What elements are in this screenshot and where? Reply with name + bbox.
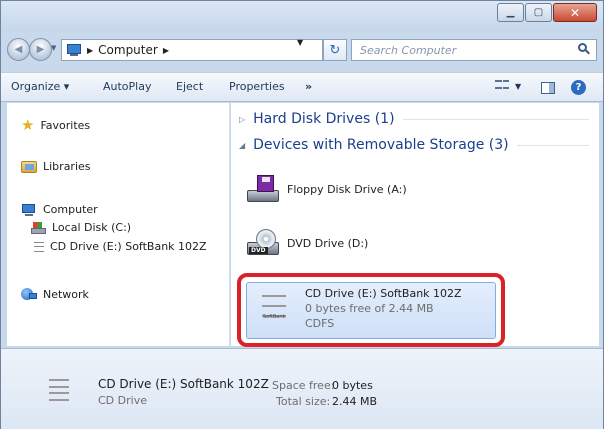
change-view-button[interactable]: ▼ [495, 80, 521, 92]
nav-item-label: CD Drive (E:) SoftBank 102Z [50, 240, 207, 253]
forward-arrow-icon: ▶ [36, 44, 45, 55]
star-icon: ★ [21, 116, 35, 134]
properties-button[interactable]: Properties [229, 80, 285, 93]
chevron-right-icon[interactable]: ▶ [87, 46, 93, 55]
chevron-down-icon: ▼ [515, 81, 522, 91]
floppy-drive-icon [247, 175, 279, 203]
device-floppy-drive[interactable]: Floppy Disk Drive (A:) [247, 175, 407, 203]
nav-item-computer[interactable]: Computer [21, 203, 98, 216]
local-disk-icon [31, 221, 46, 234]
nav-item-label: Network [43, 288, 89, 301]
forward-button[interactable]: ▶ [29, 38, 52, 61]
view-options-icon [495, 80, 509, 92]
space-free-value: 0 bytes [332, 379, 373, 392]
explorer-window: ▁ ▢ ✕ ◀ ▶ ▼ ▶ Computer ▶ ▼ ↻ Search Comp… [0, 0, 604, 429]
caption-buttons: ▁ ▢ ✕ [496, 3, 597, 22]
cd-drive-text: CD Drive (E:) SoftBank 102Z 0 bytes free… [305, 286, 462, 331]
device-dvd-drive[interactable]: DVD DVD Drive (D:) [247, 229, 368, 257]
nav-item-local-disk[interactable]: Local Disk (C:) [31, 221, 131, 234]
content-pane: ▷ Hard Disk Drives (1) ◢ Devices with Re… [231, 103, 599, 346]
group-header-label: Devices with Removable Storage (3) [253, 137, 509, 153]
group-divider [402, 118, 589, 120]
eject-button[interactable]: Eject [176, 80, 203, 93]
address-dropdown-icon[interactable]: ▼ [297, 38, 303, 47]
navigation-pane: ★ Favorites Libraries Computer Local Dis… [7, 103, 230, 346]
dvd-badge: DVD [249, 247, 268, 254]
nav-item-label: Local Disk (C:) [52, 221, 132, 234]
nav-item-favorites[interactable]: ★ Favorites [21, 118, 90, 133]
recent-pages-dropdown[interactable]: ▼ [51, 44, 56, 52]
details-name: CD Drive (E:) SoftBank 102Z [98, 377, 269, 391]
device-label: Floppy Disk Drive (A:) [287, 182, 407, 196]
back-arrow-icon: ◀ [14, 44, 23, 55]
close-icon: ✕ [569, 5, 581, 20]
refresh-icon: ↻ [329, 42, 341, 58]
collapse-arrow-icon[interactable]: ◢ [239, 141, 245, 150]
computer-icon [66, 44, 82, 56]
nav-item-libraries[interactable]: Libraries [21, 160, 91, 173]
computer-icon [21, 203, 37, 216]
group-header-hard-disk-drives[interactable]: ▷ Hard Disk Drives (1) [239, 111, 589, 127]
nav-item-label: Favorites [40, 119, 91, 132]
cd-drive-filesystem: CDFS [305, 317, 335, 330]
organize-button[interactable]: Organize ▾ [11, 80, 69, 93]
cd-drive-icon: SoftBank [260, 291, 288, 321]
back-button[interactable]: ◀ [7, 38, 30, 61]
total-size-value: 2.44 MB [332, 395, 378, 408]
nav-item-label: Libraries [43, 160, 91, 173]
nav-item-cd-drive[interactable]: CD Drive (E:) SoftBank 102Z [34, 240, 207, 253]
group-header-removable-storage[interactable]: ◢ Devices with Removable Storage (3) [239, 137, 589, 153]
cd-drive-icon [47, 377, 71, 403]
preview-pane-icon[interactable] [541, 82, 555, 94]
group-divider [516, 144, 589, 146]
refresh-button[interactable]: ↻ [323, 39, 347, 61]
title-bar: ▁ ▢ ✕ [1, 1, 603, 31]
autoplay-button[interactable]: AutoPlay [103, 80, 151, 93]
address-location[interactable]: Computer [98, 43, 158, 57]
details-type: CD Drive [98, 394, 147, 407]
search-placeholder: Search Computer [360, 43, 457, 57]
libraries-icon [21, 160, 37, 173]
search-icon[interactable] [578, 43, 590, 55]
cd-drive-title: CD Drive (E:) SoftBank 102Z [305, 287, 462, 300]
nav-item-label: Computer [43, 203, 98, 216]
address-row: ◀ ▶ ▼ ▶ Computer ▶ ▼ ↻ Search Computer [1, 31, 603, 65]
cd-brand-label: SoftBank [263, 314, 286, 320]
maximize-button[interactable]: ▢ [525, 3, 552, 22]
help-icon[interactable]: ? [571, 80, 586, 95]
cd-drive-icon [34, 241, 44, 252]
network-icon [21, 288, 37, 301]
total-size-label: Total size: [276, 395, 331, 408]
search-input[interactable]: Search Computer [351, 39, 597, 61]
command-bar: Organize ▾ AutoPlay Eject Properties » ▼… [1, 72, 603, 102]
device-label: DVD Drive (D:) [287, 236, 369, 250]
minimize-icon: ▁ [506, 6, 515, 18]
address-bar[interactable]: ▶ Computer ▶ [61, 39, 323, 61]
close-button[interactable]: ✕ [553, 3, 597, 22]
minimize-button[interactable]: ▁ [497, 3, 524, 22]
expand-arrow-icon[interactable]: ▷ [239, 115, 245, 124]
chevron-right-icon[interactable]: ▶ [163, 46, 169, 55]
maximize-icon: ▢ [533, 6, 544, 18]
group-header-label: Hard Disk Drives (1) [253, 111, 395, 127]
cd-drive-free-space: 0 bytes free of 2.44 MB [305, 302, 434, 315]
space-free-label: Space free: [272, 379, 335, 392]
more-commands-button[interactable]: » [305, 80, 312, 93]
dvd-drive-icon: DVD [247, 229, 279, 257]
details-pane: CD Drive (E:) SoftBank 102Z CD Drive Spa… [1, 348, 603, 429]
nav-item-network[interactable]: Network [21, 288, 89, 301]
device-cd-drive-selected[interactable]: SoftBank CD Drive (E:) SoftBank 102Z 0 b… [246, 282, 496, 339]
